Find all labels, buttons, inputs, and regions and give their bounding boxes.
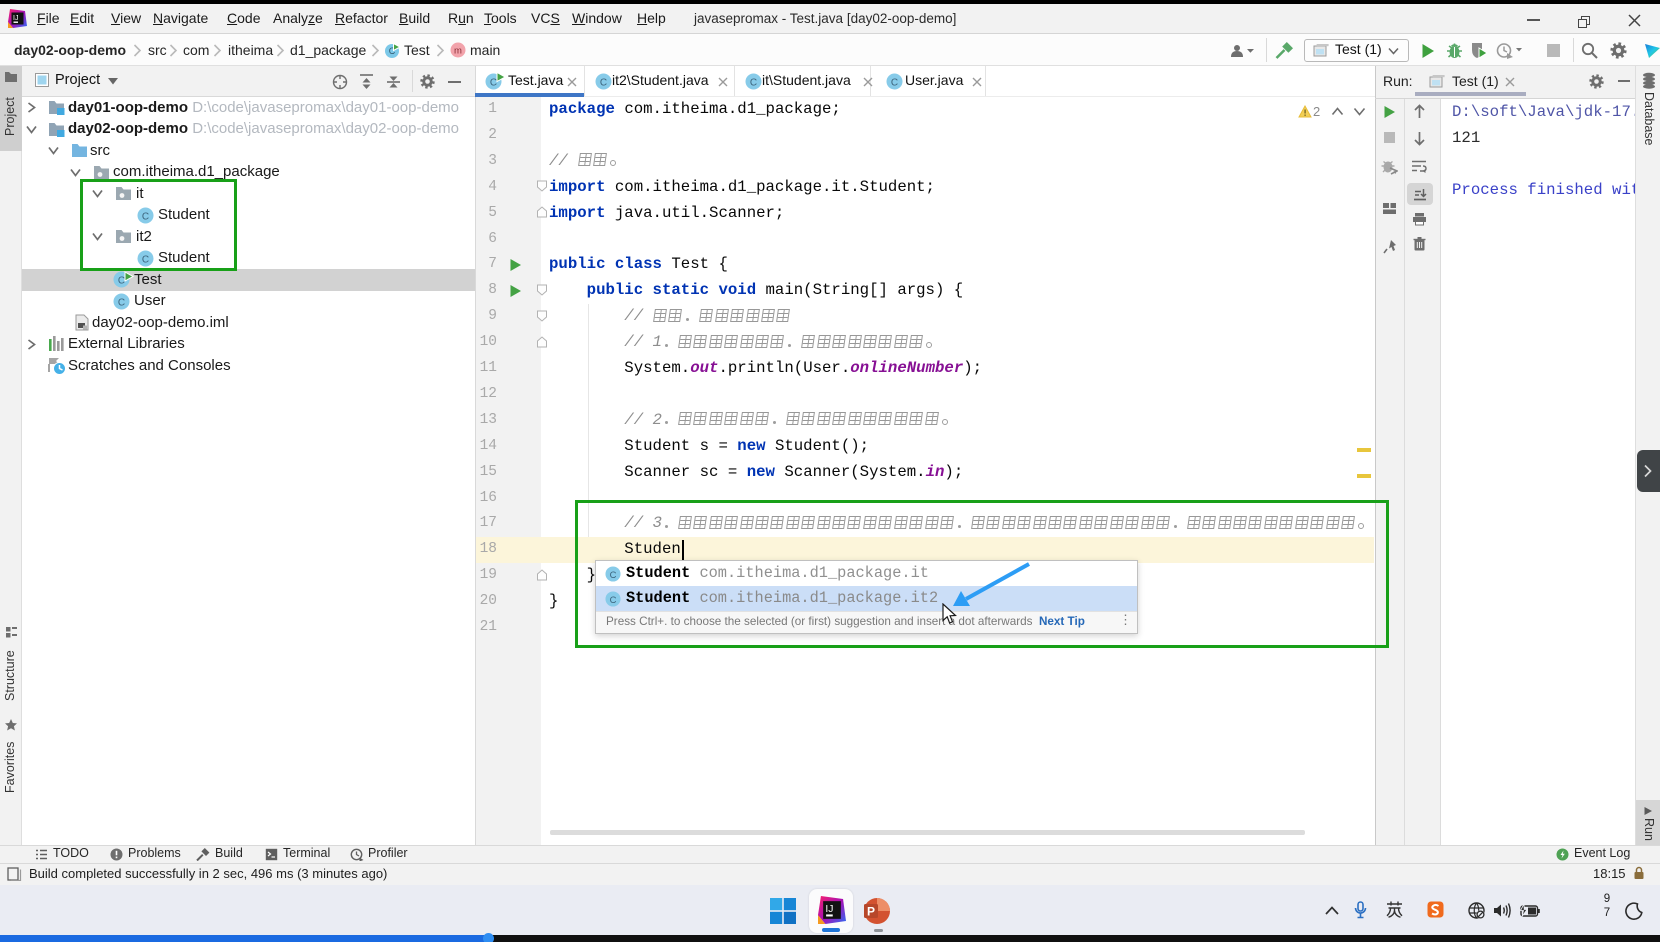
- svg-text:IJ: IJ: [825, 904, 833, 915]
- svg-text:P: P: [867, 905, 875, 919]
- svg-text:C: C: [891, 78, 898, 89]
- svg-text:C: C: [118, 276, 125, 287]
- svg-text:C: C: [600, 78, 607, 89]
- svg-text:C: C: [490, 78, 497, 89]
- svg-text:C: C: [118, 297, 125, 308]
- svg-text:C: C: [750, 78, 757, 89]
